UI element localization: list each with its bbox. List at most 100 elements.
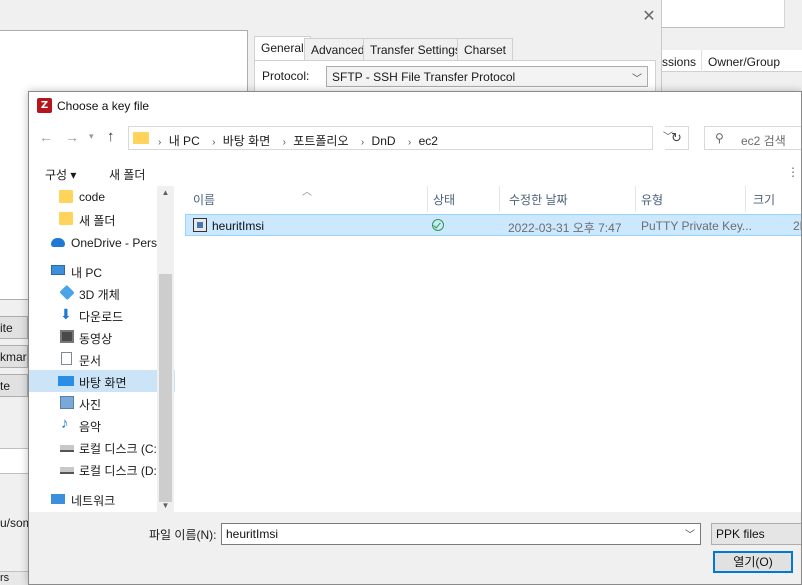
nav-item-pictures[interactable]: 사진 [29,392,175,414]
nav-item-videos[interactable]: 동영상 [29,326,175,348]
column-type[interactable]: 유형 [641,191,663,208]
organize-button[interactable]: 구성 ▾ [45,166,76,183]
drive-icon [60,467,74,474]
scroll-down-icon[interactable]: ▼ [157,501,174,510]
tab-transfer-settings[interactable]: Transfer Settings [363,38,468,60]
filezilla-icon: Z [37,98,52,113]
column-owner-group[interactable]: Owner/Group [708,55,780,69]
sort-ascending-icon: ︿ [302,187,312,198]
bookmark-button[interactable]: kmark [0,345,28,368]
nav-item-label: 바탕 화면 [79,376,127,390]
breadcrumb-desktop[interactable]: 바탕 화면 [223,134,271,148]
scrollbar-thumb[interactable] [159,274,172,502]
back-arrow-icon[interactable]: ← [39,129,53,145]
filename-input[interactable] [221,523,701,545]
chevron-right-icon: › [282,137,286,148]
close-icon[interactable]: ✕ [640,8,658,26]
column-permissions[interactable]: ssions [662,55,696,69]
filetype-select[interactable]: PPK files [711,523,801,545]
column-divider [745,186,746,212]
nav-item-label: 3D 개체 [79,288,120,302]
column-name[interactable]: 이름 [193,191,215,208]
choose-key-file-dialog: Z Choose a key file ← → ▾ ↑ › 내 PC › 바탕 … [28,91,802,585]
search-input[interactable]: ec2 검색 [741,132,786,149]
nav-item-code[interactable]: code [29,186,175,208]
breadcrumb-my-pc[interactable]: 내 PC [169,134,200,148]
nav-item-3d-objects[interactable]: 3D 개체 [29,282,175,304]
breadcrumb-ec2[interactable]: ec2 [419,134,438,148]
address-bar[interactable]: › 내 PC › 바탕 화면 › 포트폴리오 › DnD › ec2 [128,126,653,150]
pictures-icon [60,396,74,409]
file-row[interactable]: heuritImsi 2022-03-31 오후 7:47 PuTTY Priv… [185,214,801,236]
tab-advanced[interactable]: Advanced [304,38,372,60]
chevron-down-icon[interactable]: ﹀ [685,526,695,541]
dialog-footer: 파일 이름(N): ﹀ PPK files 열기(O) [29,512,801,584]
document-icon [61,352,72,365]
tab-general[interactable]: General [254,36,311,61]
view-options-icon[interactable]: ⋮⋮ [787,165,801,179]
nav-item-label: code [79,190,106,204]
nav-item-label: 문서 [79,354,102,368]
forward-arrow-icon[interactable]: → [65,129,79,145]
music-icon: ♪ [61,415,69,432]
nav-item-label: 로컬 디스크 (D:) [79,464,161,478]
refresh-icon[interactable]: ↻ [665,126,689,150]
chevron-right-icon: › [212,137,216,148]
network-icon [51,494,65,504]
nav-item-local-disk-c[interactable]: 로컬 디스크 (C:) [29,436,175,458]
nav-item-label: 로컬 디스크 (C:) [79,442,161,456]
up-arrow-icon[interactable]: ↑ [107,128,115,145]
background-input [0,448,28,474]
nav-item-downloads[interactable]: ⬇ 다운로드 [29,304,175,326]
column-divider [635,186,636,212]
protocol-value: SFTP - SSH File Transfer Protocol [332,70,516,84]
nav-item-label: 동영상 [79,332,113,346]
nav-item-label: 다운로드 [79,310,124,324]
nav-item-documents[interactable]: 문서 [29,348,175,370]
background-right-panel [662,0,802,28]
desktop-icon [58,376,74,386]
nav-item-my-pc[interactable]: 내 PC [29,260,175,282]
delete-button[interactable]: te [0,374,28,397]
column-size[interactable]: 크기 [753,191,775,208]
file-size: 2K [793,219,801,233]
nav-item-network[interactable]: 네트워크 [29,488,175,510]
new-folder-button[interactable]: 새 폴더 [109,166,145,183]
column-divider [701,50,702,72]
sync-status-check-icon [432,219,444,231]
file-list: ︿ 이름 상태 수정한 날짜 유형 크기 heuritImsi 2022-03-… [175,186,801,512]
computer-icon [51,265,65,275]
chevron-down-icon: ﹀ [632,74,642,85]
search-box[interactable]: ⚲ ec2 검색 [704,126,801,150]
recent-locations-chevron-icon[interactable]: ▾ [89,131,94,142]
breadcrumb-dnd[interactable]: DnD [372,134,396,148]
nav-item-desktop[interactable]: 바탕 화면 [29,370,175,392]
nav-item-label: OneDrive - Person [71,236,171,250]
search-icon: ⚲ [715,131,724,145]
breadcrumb-portfolio[interactable]: 포트폴리오 [293,134,348,148]
nav-pane-scrollbar[interactable]: ▲ ▼ [157,186,174,512]
nav-item-label: 내 PC [71,266,103,280]
nav-item-local-disk-d[interactable]: 로컬 디스크 (D:) [29,458,175,480]
column-divider [499,186,500,212]
open-button[interactable]: 열기(O) [713,551,793,573]
nav-item-music[interactable]: ♪ 음악 [29,414,175,436]
column-status[interactable]: 상태 [433,191,455,208]
cube-icon [59,284,75,301]
filename-label: 파일 이름(N): [149,528,217,542]
video-icon [60,330,74,343]
cloud-icon [51,238,65,247]
tab-charset[interactable]: Charset [457,38,514,60]
column-modified[interactable]: 수정한 날짜 [509,191,568,208]
background-status: rs [0,571,28,585]
chevron-right-icon: › [407,137,412,148]
nav-item-new-folder[interactable]: 새 폴더 [29,208,175,230]
download-icon: ⬇ [60,306,72,322]
nav-item-onedrive[interactable]: OneDrive - Person [29,232,175,254]
scroll-up-icon[interactable]: ▲ [157,188,174,197]
protocol-select[interactable]: SFTP - SSH File Transfer Protocol ﹀ [326,66,648,87]
nav-item-label: 새 폴더 [79,214,116,228]
new-site-button[interactable]: ite [0,316,28,339]
breadcrumb: › 내 PC › 바탕 화면 › 포트폴리오 › DnD › ec2 [153,132,442,149]
protocol-label: Protocol: [262,69,310,83]
